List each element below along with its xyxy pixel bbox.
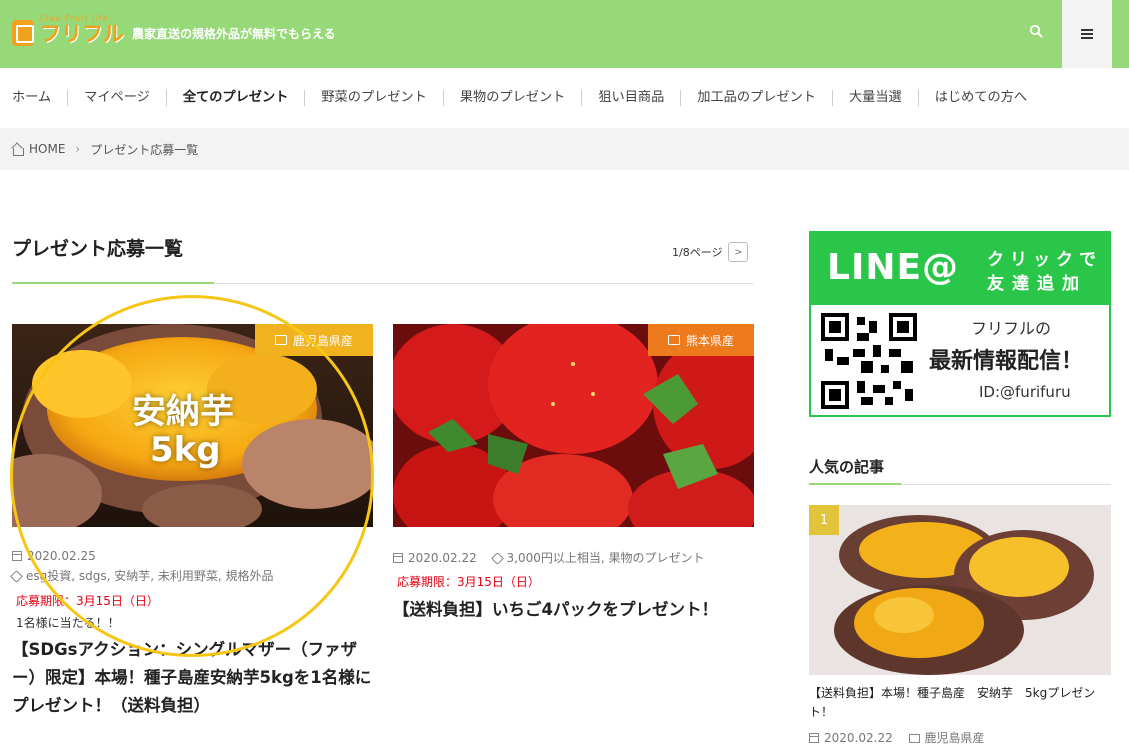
folder-icon <box>908 734 920 743</box>
nav-item-processed[interactable]: 加工品のプレゼント <box>680 90 832 106</box>
nav-item-fruits[interactable]: 果物のプレゼント <box>442 90 582 106</box>
category-label: 熊本県産 <box>685 333 734 348</box>
line-banner-header: LINE@ クリックで 友達追加 <box>811 233 1109 305</box>
post-date-text: 2020.02.22 <box>408 551 477 565</box>
line-logo: LINE@ <box>827 247 960 288</box>
post-title[interactable]: 【送料負担】いちご4パックをプレゼント！ <box>393 596 733 624</box>
nav-item-bulk[interactable]: 大量当選 <box>831 90 918 106</box>
post-card[interactable]: 熊本県産 2020.02.22 3,000円以上相当, 果物のプレゼント 応募期… <box>393 324 754 664</box>
tag-icon <box>490 552 504 565</box>
calendar-icon <box>809 733 819 743</box>
nav-item-vegetables[interactable]: 野菜のプレゼント <box>304 90 443 106</box>
post-meta: 2020.02.22 3,000円以上相当, 果物のプレゼント <box>393 549 705 566</box>
calendar-icon <box>393 553 403 563</box>
popular-post-date: 2020.02.22 <box>824 731 893 745</box>
hamburger-icon <box>1081 29 1093 39</box>
rank-badge: 1 <box>809 505 839 535</box>
chevron-right-icon: › <box>75 142 81 156</box>
breadcrumb: HOME › プレゼント応募一覧 <box>0 128 1129 170</box>
popular-heading: 人気の記事 <box>809 458 885 476</box>
popular-accent <box>809 483 901 485</box>
line-text-1: フリフルの <box>971 319 1052 338</box>
home-icon <box>12 144 24 156</box>
nav-item-home[interactable]: ホーム <box>12 90 67 106</box>
line-cta-1: クリックで <box>987 250 1102 270</box>
popular-post-meta: 2020.02.22 鹿児島県産 <box>809 729 985 746</box>
title-accent <box>12 282 214 284</box>
site-logo[interactable]: Free Fruit life フリフル <box>12 14 124 48</box>
chevron-right-icon: > <box>734 246 743 258</box>
line-cta-2: 友達追加 <box>987 274 1087 294</box>
post-deadline: 応募期限：3月15日（日） <box>397 575 540 589</box>
popular-post-category[interactable]: 鹿児島県産 <box>925 731 985 745</box>
popular-thumbnail[interactable]: 1 <box>809 505 1111 675</box>
line-banner[interactable]: LINE@ クリックで 友達追加 フリフルの 最新情報配信！ ID:@furif… <box>809 231 1111 417</box>
menu-button[interactable] <box>1062 0 1112 68</box>
global-nav: ホーム マイページ 全てのプレゼント 野菜のプレゼント 果物のプレゼント 狙い目… <box>0 68 1129 128</box>
calendar-icon <box>12 551 22 561</box>
popular-post-title[interactable]: 【送料負担】本場！種子島産 安納芋 5kgプレゼント！ <box>809 684 1111 722</box>
search-icon[interactable] <box>1029 24 1045 42</box>
qr-code-icon <box>821 313 917 409</box>
site-header: Free Fruit life フリフル 農家直送の規格外品が無料でもらえる <box>0 0 1129 68</box>
nav-item-beginners[interactable]: はじめての方へ <box>917 90 1043 106</box>
post-tags-text[interactable]: 3,000円以上相当, 果物のプレゼント <box>507 551 705 565</box>
folder-icon <box>667 335 680 345</box>
logo-subtext: Free Fruit life <box>40 14 109 23</box>
site-tagline: 農家直送の規格外品が無料でもらえる <box>132 27 336 41</box>
nav-item-all-presents[interactable]: 全てのプレゼント <box>165 90 305 106</box>
category-badge[interactable]: 熊本県産 <box>647 324 754 356</box>
page-indicator: 1/8ページ <box>672 246 723 259</box>
breadcrumb-home[interactable]: HOME <box>29 142 65 156</box>
next-page-button[interactable]: > <box>728 242 749 262</box>
highlight-circle <box>10 295 374 657</box>
gift-icon <box>12 20 34 46</box>
page-title: プレゼント応募一覧 <box>12 238 184 260</box>
tag-icon <box>10 570 23 583</box>
breadcrumb-current: プレゼント応募一覧 <box>90 142 199 157</box>
line-id: ID:@furifuru <box>979 383 1071 401</box>
pagination: 1/8ページ > <box>672 242 749 262</box>
nav-item-recommended[interactable]: 狙い目商品 <box>581 90 680 106</box>
post-thumbnail-strawberry[interactable]: 熊本県産 <box>393 324 754 527</box>
nav-item-mypage[interactable]: マイページ <box>67 90 166 106</box>
line-text-2: 最新情報配信！ <box>929 349 1084 374</box>
